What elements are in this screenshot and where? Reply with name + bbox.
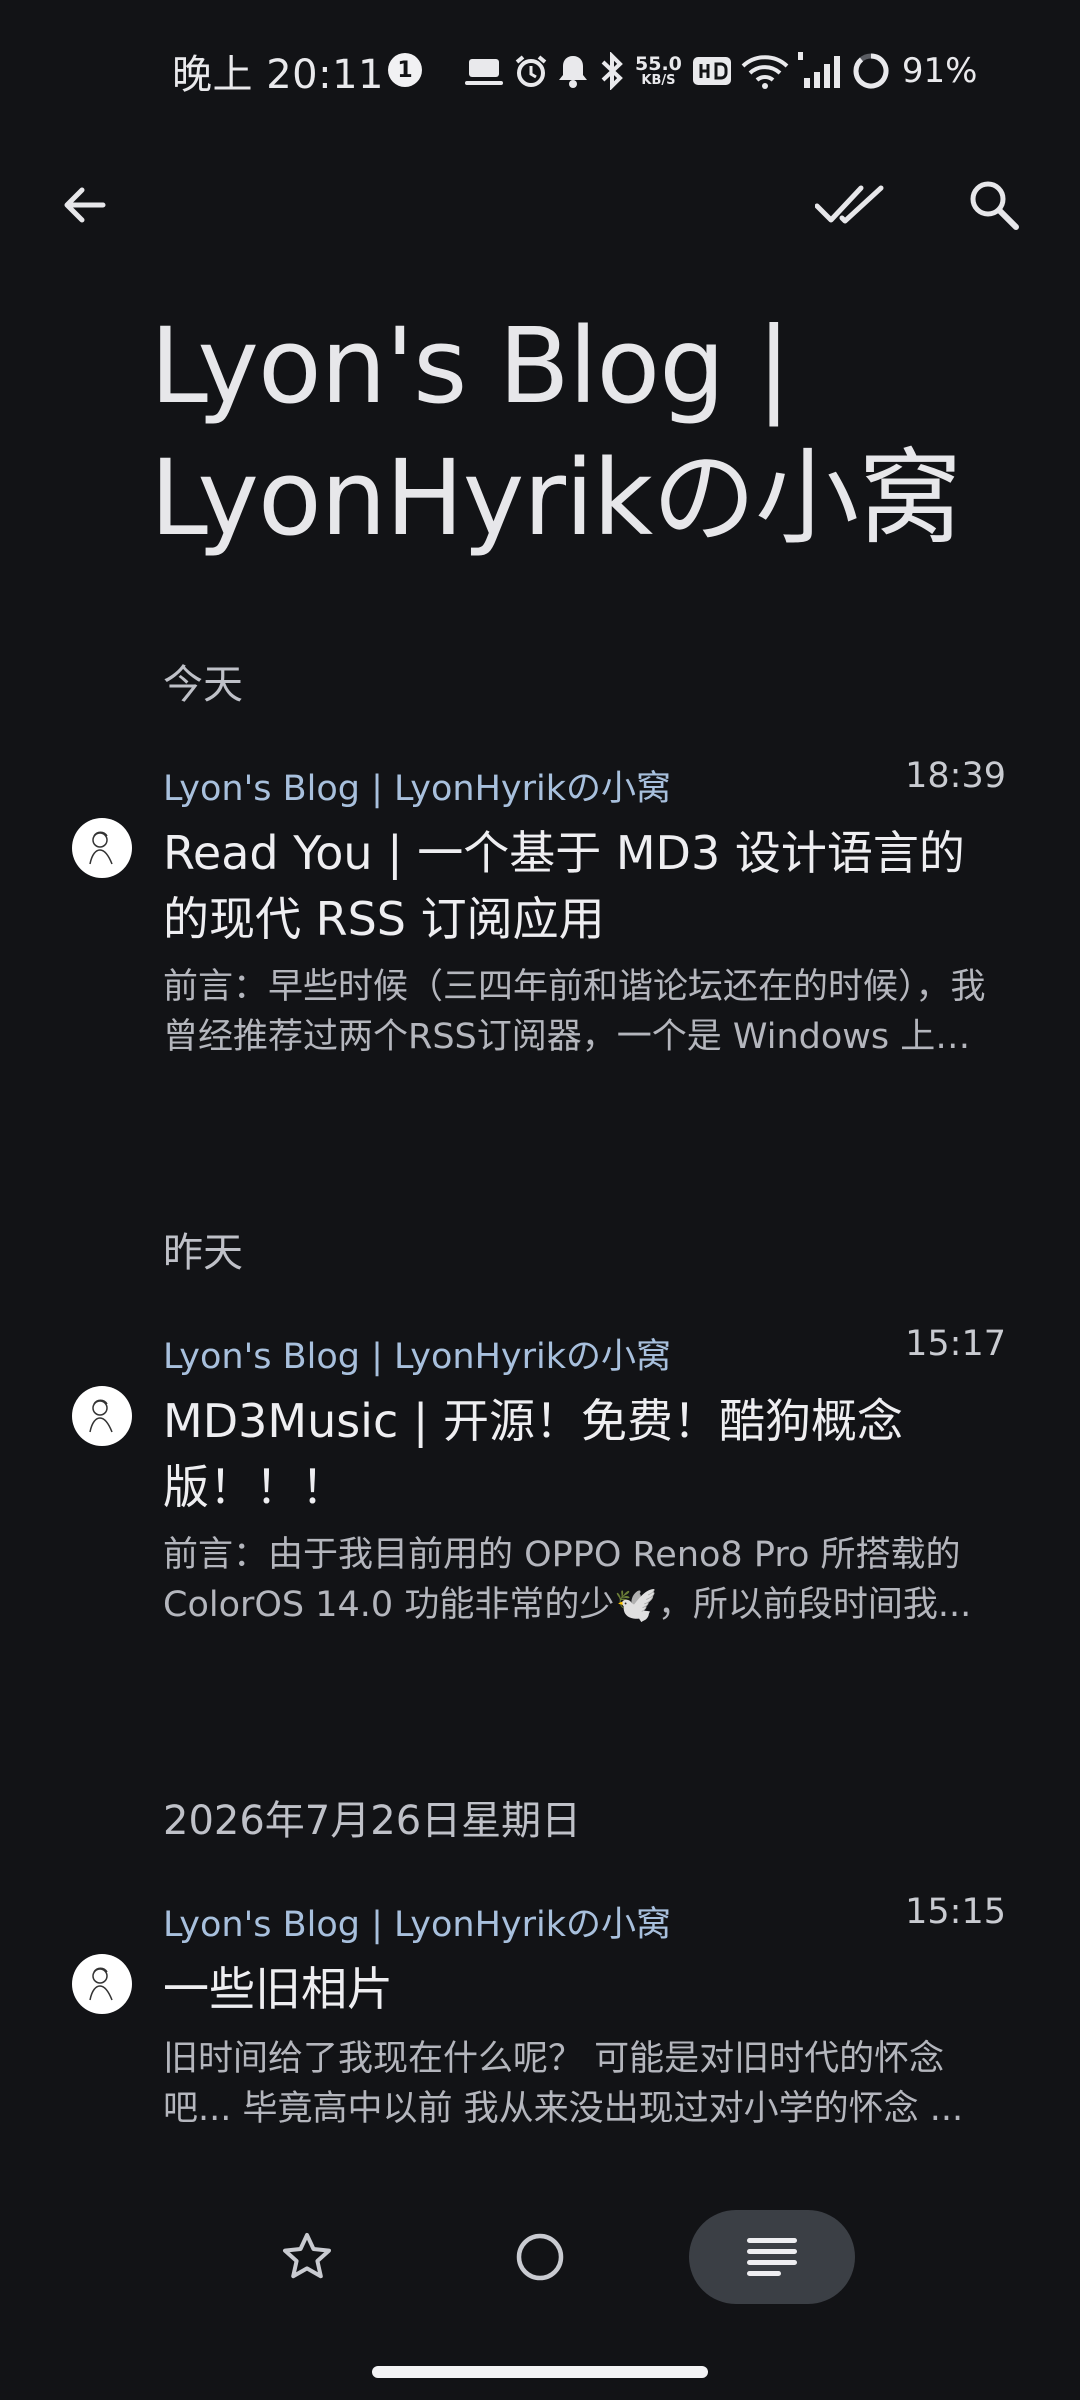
bluetooth-icon — [597, 52, 627, 90]
status-time: 晚上 20:11 — [172, 52, 384, 98]
network-speed-unit: KB/S — [641, 73, 676, 88]
feed-avatar — [72, 1386, 132, 1446]
feed-name: Lyon's Blog | LyonHyrikの小窝 — [163, 1337, 671, 1377]
star-outline-icon — [283, 2233, 331, 2279]
mark-all-read-button[interactable] — [810, 165, 890, 245]
article-title: 一些旧相片 — [163, 1962, 393, 2016]
list-icon — [747, 2238, 797, 2276]
article-item[interactable]: Lyon's Blog | LyonHyrikの小窝 15:15 一些旧相片 旧… — [0, 1892, 1080, 2136]
article-description: 前言：由于我目前用的 OPPO Reno8 Pro 所搭载的 ColorOS 1… — [163, 1535, 972, 1625]
article-item[interactable]: Lyon's Blog | LyonHyrikの小窝 15:17 MD3Musi… — [0, 1324, 1080, 1628]
cellular-signal-icon — [797, 52, 844, 90]
date-header-yesterday: 昨天 — [163, 1230, 243, 1276]
feed-title: Lyon's Blog | LyonHyrikの小窝 — [150, 305, 962, 559]
feed-name: Lyon's Blog | LyonHyrikの小窝 — [163, 769, 671, 809]
network-speed-value: 55.0 — [635, 53, 682, 75]
search-button[interactable] — [954, 165, 1034, 245]
arrow-back-icon — [64, 187, 106, 223]
filter-all-button[interactable] — [689, 2210, 855, 2304]
bell-icon — [557, 53, 589, 89]
wifi-icon — [740, 52, 790, 90]
article-title: MD3Music | 开源！免费！酷狗概念版！！！ — [163, 1394, 903, 1514]
article-time: 18:39 — [905, 756, 1006, 796]
article-time: 15:15 — [905, 1892, 1006, 1932]
avatar-sketch-icon — [89, 831, 113, 865]
circle-outline-icon — [516, 2233, 564, 2281]
network-speed: 55.0 KB/S — [635, 53, 682, 88]
avatar-sketch-icon — [89, 1967, 113, 2001]
search-icon — [970, 181, 1019, 230]
status-bar: 晚上 20:11 1 55.0 KB/S 91% — [0, 0, 1080, 140]
home-indicator[interactable] — [372, 2366, 708, 2378]
hd-icon — [692, 55, 732, 87]
article-item[interactable]: Lyon's Blog | LyonHyrikの小窝 18:39 Read Yo… — [0, 756, 1080, 1060]
feed-avatar — [72, 1954, 132, 2014]
back-button[interactable] — [44, 165, 124, 245]
cast-icon — [465, 54, 505, 88]
battery-ring-icon — [852, 52, 890, 90]
bottom-filter-bar — [0, 2200, 1080, 2310]
alarm-icon — [513, 53, 549, 89]
notification-count-badge: 1 — [388, 53, 422, 87]
top-app-bar — [0, 150, 1080, 260]
feed-avatar — [72, 818, 132, 878]
avatar-sketch-icon — [89, 1399, 113, 1433]
article-title: Read You | 一个基于 MD3 设计语言的的现代 RSS 订阅应用 — [163, 826, 965, 946]
feed-name: Lyon's Blog | LyonHyrikの小窝 — [163, 1905, 671, 1945]
article-description: 旧时间给了我现在什么呢？ 可能是对旧时代的怀念吧... 毕竟高中以前 我从来没出… — [163, 2039, 964, 2129]
filter-starred-button[interactable] — [262, 2210, 352, 2304]
status-icons: 55.0 KB/S 91% — [465, 48, 977, 94]
filter-unread-button[interactable] — [495, 2210, 585, 2304]
date-header-today: 今天 — [163, 662, 243, 708]
date-header-date: 2026年7月26日星期日 — [163, 1798, 582, 1844]
battery-percent: 91% — [901, 51, 978, 91]
article-description: 前言：早些时候（三四年前和谐论坛还在的时候），我曾经推荐过两个RSS订阅器，一个… — [163, 967, 986, 1057]
article-time: 15:17 — [905, 1324, 1006, 1364]
done-all-icon — [815, 185, 884, 224]
